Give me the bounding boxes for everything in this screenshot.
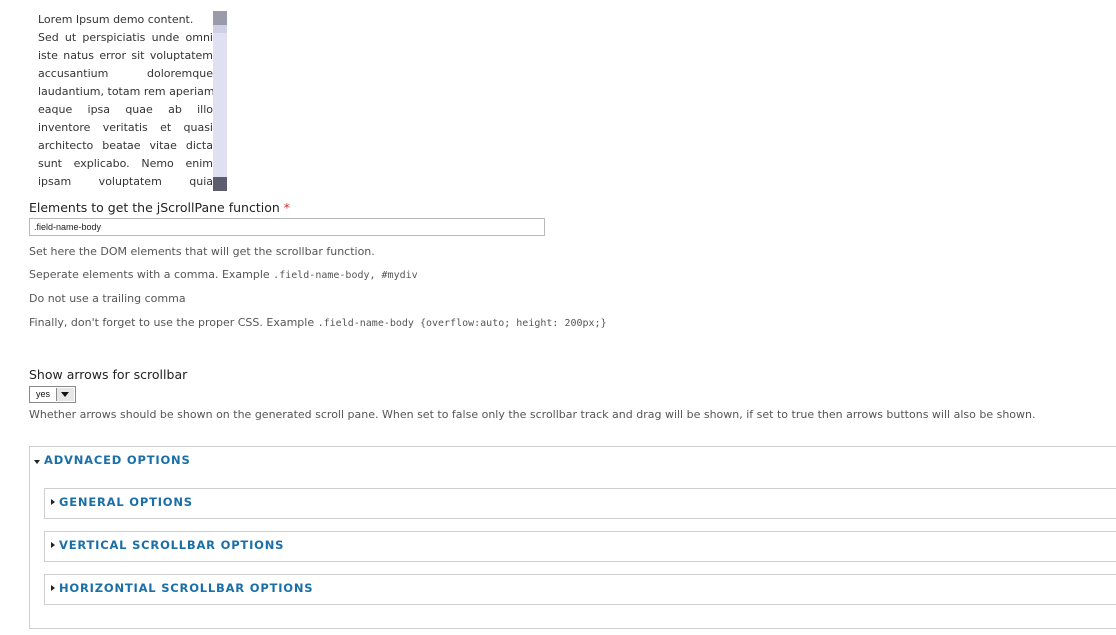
elements-desc-2: Seperate elements with a comma. Example … [29, 268, 418, 281]
arrows-field-label: Show arrows for scrollbar [29, 367, 188, 382]
elements-field-label-text: Elements to get the jScrollPane function [29, 200, 280, 215]
preview-line: Sed ut perspiciatis unde omni [38, 31, 213, 44]
scroll-down-arrow[interactable] [213, 177, 227, 191]
elements-desc-4-code: .field-name-body {overflow:auto; height:… [317, 318, 607, 329]
preview-line: accusantium doloremque [38, 67, 213, 80]
triangle-down-icon [34, 460, 40, 464]
elements-desc-4-text: Finally, don't forget to use the proper … [29, 316, 318, 329]
triangle-right-icon [51, 499, 55, 505]
elements-field-label: Elements to get the jScrollPane function… [29, 200, 290, 215]
triangle-right-icon [51, 585, 55, 591]
preview-line: eaque ipsa quae ab illo [38, 103, 213, 116]
elements-desc-2-code: .field-name-body, #mydiv [273, 270, 418, 281]
fieldset-horizontal-toggle[interactable]: HORIZONTIAL SCROLLBAR OPTIONS [59, 581, 313, 595]
preview-line: iste natus error sit voluptatem [38, 49, 213, 62]
fieldset-vertical-toggle[interactable]: VERTICAL SCROLLBAR OPTIONS [59, 538, 284, 552]
scroll-up-arrow[interactable] [213, 11, 227, 25]
fieldset-general-options [44, 488, 1116, 519]
elements-desc-1: Set here the DOM elements that will get … [29, 245, 375, 258]
arrows-select-value: yes [36, 389, 51, 399]
required-marker: * [283, 200, 291, 215]
preview-text: Lorem Ipsum demo content. Sed ut perspic… [38, 11, 213, 191]
preview-line: Lorem Ipsum demo content. [38, 13, 194, 26]
preview-line: laudantium, totam rem aperiam [38, 85, 213, 98]
triangle-right-icon [51, 542, 55, 548]
arrows-desc: Whether arrows should be shown on the ge… [29, 408, 1036, 421]
scrollbar-drag-handle[interactable] [213, 25, 227, 33]
elements-input[interactable] [29, 218, 545, 236]
preview-line: architecto beatae vitae dicta [38, 139, 213, 152]
fieldset-general-toggle[interactable]: GENERAL OPTIONS [59, 495, 193, 509]
preview-line: sunt explicabo. Nemo enim [38, 157, 213, 170]
preview-line: inventore veritatis et quasi [38, 121, 213, 134]
elements-desc-3: Do not use a trailing comma [29, 292, 186, 305]
scrollbar-track[interactable] [213, 11, 227, 191]
preview-line: ipsam voluptatem quia [38, 175, 213, 188]
elements-desc-4: Finally, don't forget to use the proper … [29, 316, 607, 329]
arrows-select[interactable]: yes [29, 386, 76, 403]
fieldset-advanced-toggle[interactable]: ADVNACED OPTIONS [44, 453, 191, 467]
chevron-down-icon[interactable] [56, 388, 74, 401]
elements-desc-2-text: Seperate elements with a comma. Example [29, 268, 274, 281]
scrollpane-preview[interactable]: Lorem Ipsum demo content. Sed ut perspic… [38, 11, 227, 191]
